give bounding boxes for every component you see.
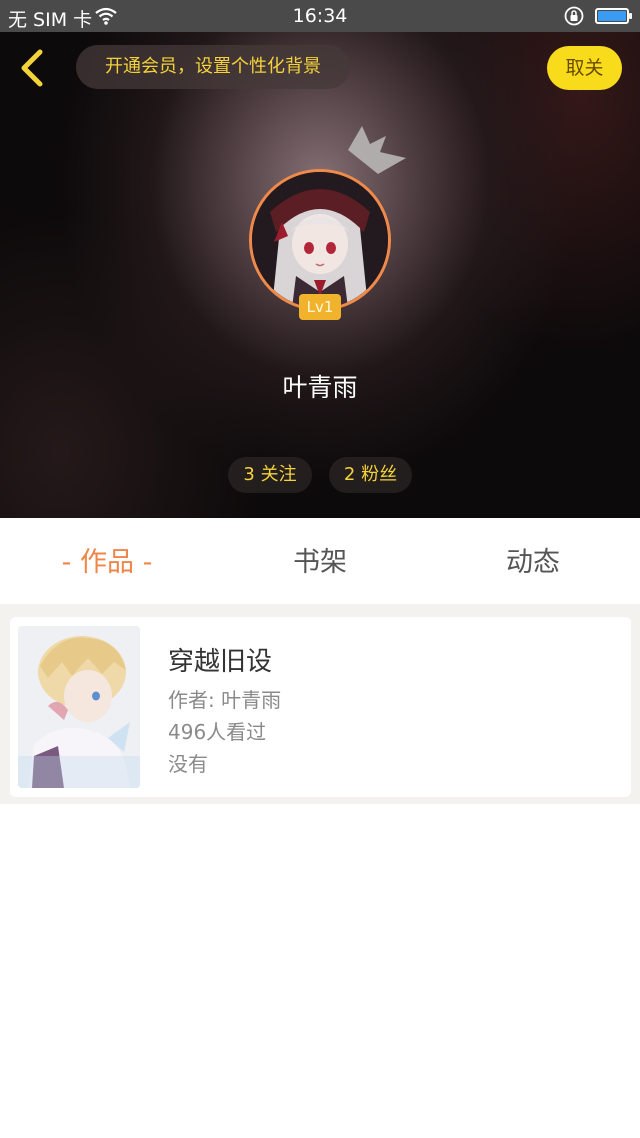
- rotation-lock-icon: [563, 5, 585, 32]
- following-count-button[interactable]: 3 关注: [228, 457, 312, 493]
- tab-activity[interactable]: 动态: [466, 518, 600, 604]
- works-list: 穿越旧设 作者: 叶青雨 496人看过 没有: [0, 604, 640, 1138]
- battery-icon: [595, 8, 632, 24]
- book-cover: [18, 626, 140, 788]
- tab-bookshelf[interactable]: 书架: [253, 518, 387, 604]
- avatar-image: [252, 172, 388, 308]
- chevron-left-icon: [21, 49, 43, 87]
- avatar[interactable]: [249, 169, 391, 311]
- clock: 16:34: [292, 5, 348, 27]
- book-description: 没有: [168, 752, 208, 776]
- book-title: 穿越旧设: [168, 647, 273, 677]
- list-item[interactable]: 穿越旧设 作者: 叶青雨 496人看过 没有: [10, 617, 631, 797]
- unfollow-button[interactable]: 取关: [547, 46, 622, 90]
- back-button[interactable]: [14, 46, 54, 90]
- book-views: 496人看过: [168, 720, 267, 744]
- profile-tabs: - 作品 - 书架 动态: [0, 518, 640, 604]
- tab-works[interactable]: - 作品 -: [40, 518, 174, 604]
- level-badge: Lv1: [299, 294, 341, 320]
- user-name: 叶青雨: [282, 373, 358, 402]
- status-bar: 无 SIM 卡 16:34: [0, 0, 640, 32]
- vip-background-banner[interactable]: 开通会员，设置个性化背景: [76, 45, 350, 89]
- fans-count-button[interactable]: 2 粉丝: [329, 457, 412, 493]
- book-author: 作者: 叶青雨: [168, 688, 282, 712]
- profile-header: 开通会员，设置个性化背景 取关 Lv1 叶青雨 3 关注 2 粉丝: [0, 32, 640, 518]
